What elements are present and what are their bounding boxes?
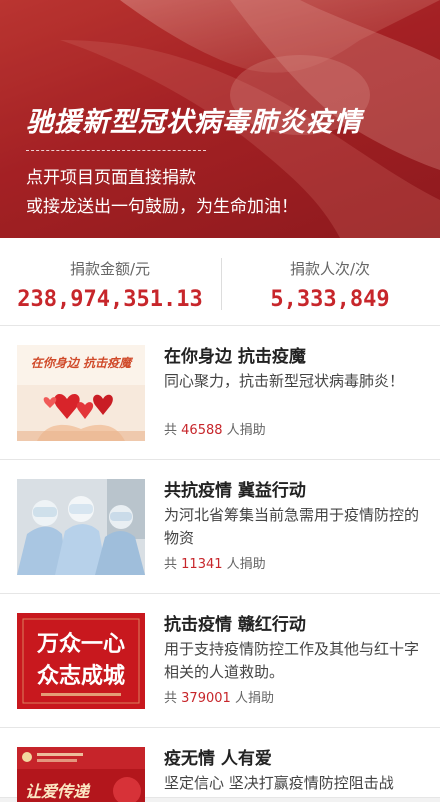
count-label: 捐款人次/次 bbox=[289, 260, 371, 278]
donor-count: 46588 bbox=[181, 423, 223, 438]
donation-stats: 捐款金额/元 238,974,351.13 捐款人次/次 5,333,849 bbox=[0, 238, 440, 326]
thumb-calligraphy: 让爱传递 bbox=[25, 782, 91, 801]
donor-count: 11341 bbox=[181, 557, 223, 572]
thumb-calligraphy: 在你身边 抗击疫魔 bbox=[31, 356, 134, 370]
project-description: 同心聚力，抗击新型冠状病毒肺炎！ bbox=[164, 372, 405, 390]
project-list: 在你身边 抗击疫魔 在你身边 抗击疫魔 同心聚力，抗击新型冠状病毒肺炎！ 共 4… bbox=[0, 326, 440, 802]
hero-banner: 驰援新型冠状病毒肺炎疫情 点开项目页面直接捐款 或接龙送出一句鼓励，为生命加油！ bbox=[0, 0, 440, 238]
medical-staff-photo bbox=[17, 479, 145, 575]
donors-prefix: 共 bbox=[164, 423, 178, 438]
project-item[interactable]: 让爱传递 疫无情 人有爱 坚定信心 坚决打赢疫情防控阻击战 bbox=[0, 728, 440, 802]
hero-subtitle-2: 或接龙送出一句鼓励，为生命加油！ bbox=[26, 197, 298, 217]
stats-divider bbox=[221, 258, 222, 310]
count-value: 5,333,849 bbox=[270, 287, 390, 312]
amount-label: 捐款金额/元 bbox=[69, 260, 151, 278]
project-description: 用于支持疫情防控工作及其他与红十字相关的人道救助。 bbox=[164, 640, 420, 681]
project-donors: 共 379001 人捐助 bbox=[164, 687, 274, 706]
project-item[interactable]: 共抗疫情 冀益行动 为河北省筹集当前急需用于疫情防控的物资 共 11341 人捐… bbox=[0, 460, 440, 594]
slogan-line-1: 万众一心 bbox=[36, 632, 125, 657]
project-description: 为河北省筹集当前急需用于疫情防控的物资 bbox=[164, 506, 420, 547]
amount-stat: 捐款金额/元 238,974,351.13 bbox=[0, 238, 220, 325]
amount-value: 238,974,351.13 bbox=[17, 287, 203, 312]
project-item[interactable]: 在你身边 抗击疫魔 在你身边 抗击疫魔 同心聚力，抗击新型冠状病毒肺炎！ 共 4… bbox=[0, 326, 440, 460]
hearts-hands-image: 在你身边 抗击疫魔 bbox=[17, 345, 145, 441]
donors-suffix: 人捐助 bbox=[226, 557, 266, 572]
project-description: 坚定信心 坚决打赢疫情防控阻击战 bbox=[164, 774, 394, 792]
donor-count: 379001 bbox=[181, 691, 231, 706]
hero-title: 驰援新型冠状病毒肺炎疫情 bbox=[26, 107, 362, 138]
donors-prefix: 共 bbox=[164, 691, 178, 706]
hero-divider bbox=[26, 150, 206, 151]
project-title: 在你身边 抗击疫魔 bbox=[164, 347, 306, 367]
donors-suffix: 人捐助 bbox=[234, 691, 274, 706]
count-stat: 捐款人次/次 5,333,849 bbox=[220, 238, 440, 325]
hero-subtitle-1: 点开项目页面直接捐款 bbox=[26, 168, 196, 188]
project-item[interactable]: 万众一心 众志成城 抗击疫情 赣红行动 用于支持疫情防控工作及其他与红十字相关的… bbox=[0, 594, 440, 728]
slogan-line-2: 众志成城 bbox=[37, 663, 125, 689]
slogan-banner-image: 万众一心 众志成城 bbox=[17, 613, 145, 709]
project-donors: 共 11341 人捐助 bbox=[164, 553, 266, 572]
project-title: 疫无情 人有爱 bbox=[164, 749, 272, 769]
project-title: 抗击疫情 赣红行动 bbox=[164, 615, 306, 635]
love-relay-image: 让爱传递 bbox=[17, 747, 145, 802]
project-title: 共抗疫情 冀益行动 bbox=[164, 481, 306, 501]
donors-suffix: 人捐助 bbox=[226, 423, 266, 438]
donors-prefix: 共 bbox=[164, 557, 178, 572]
project-donors: 共 46588 人捐助 bbox=[164, 419, 266, 438]
